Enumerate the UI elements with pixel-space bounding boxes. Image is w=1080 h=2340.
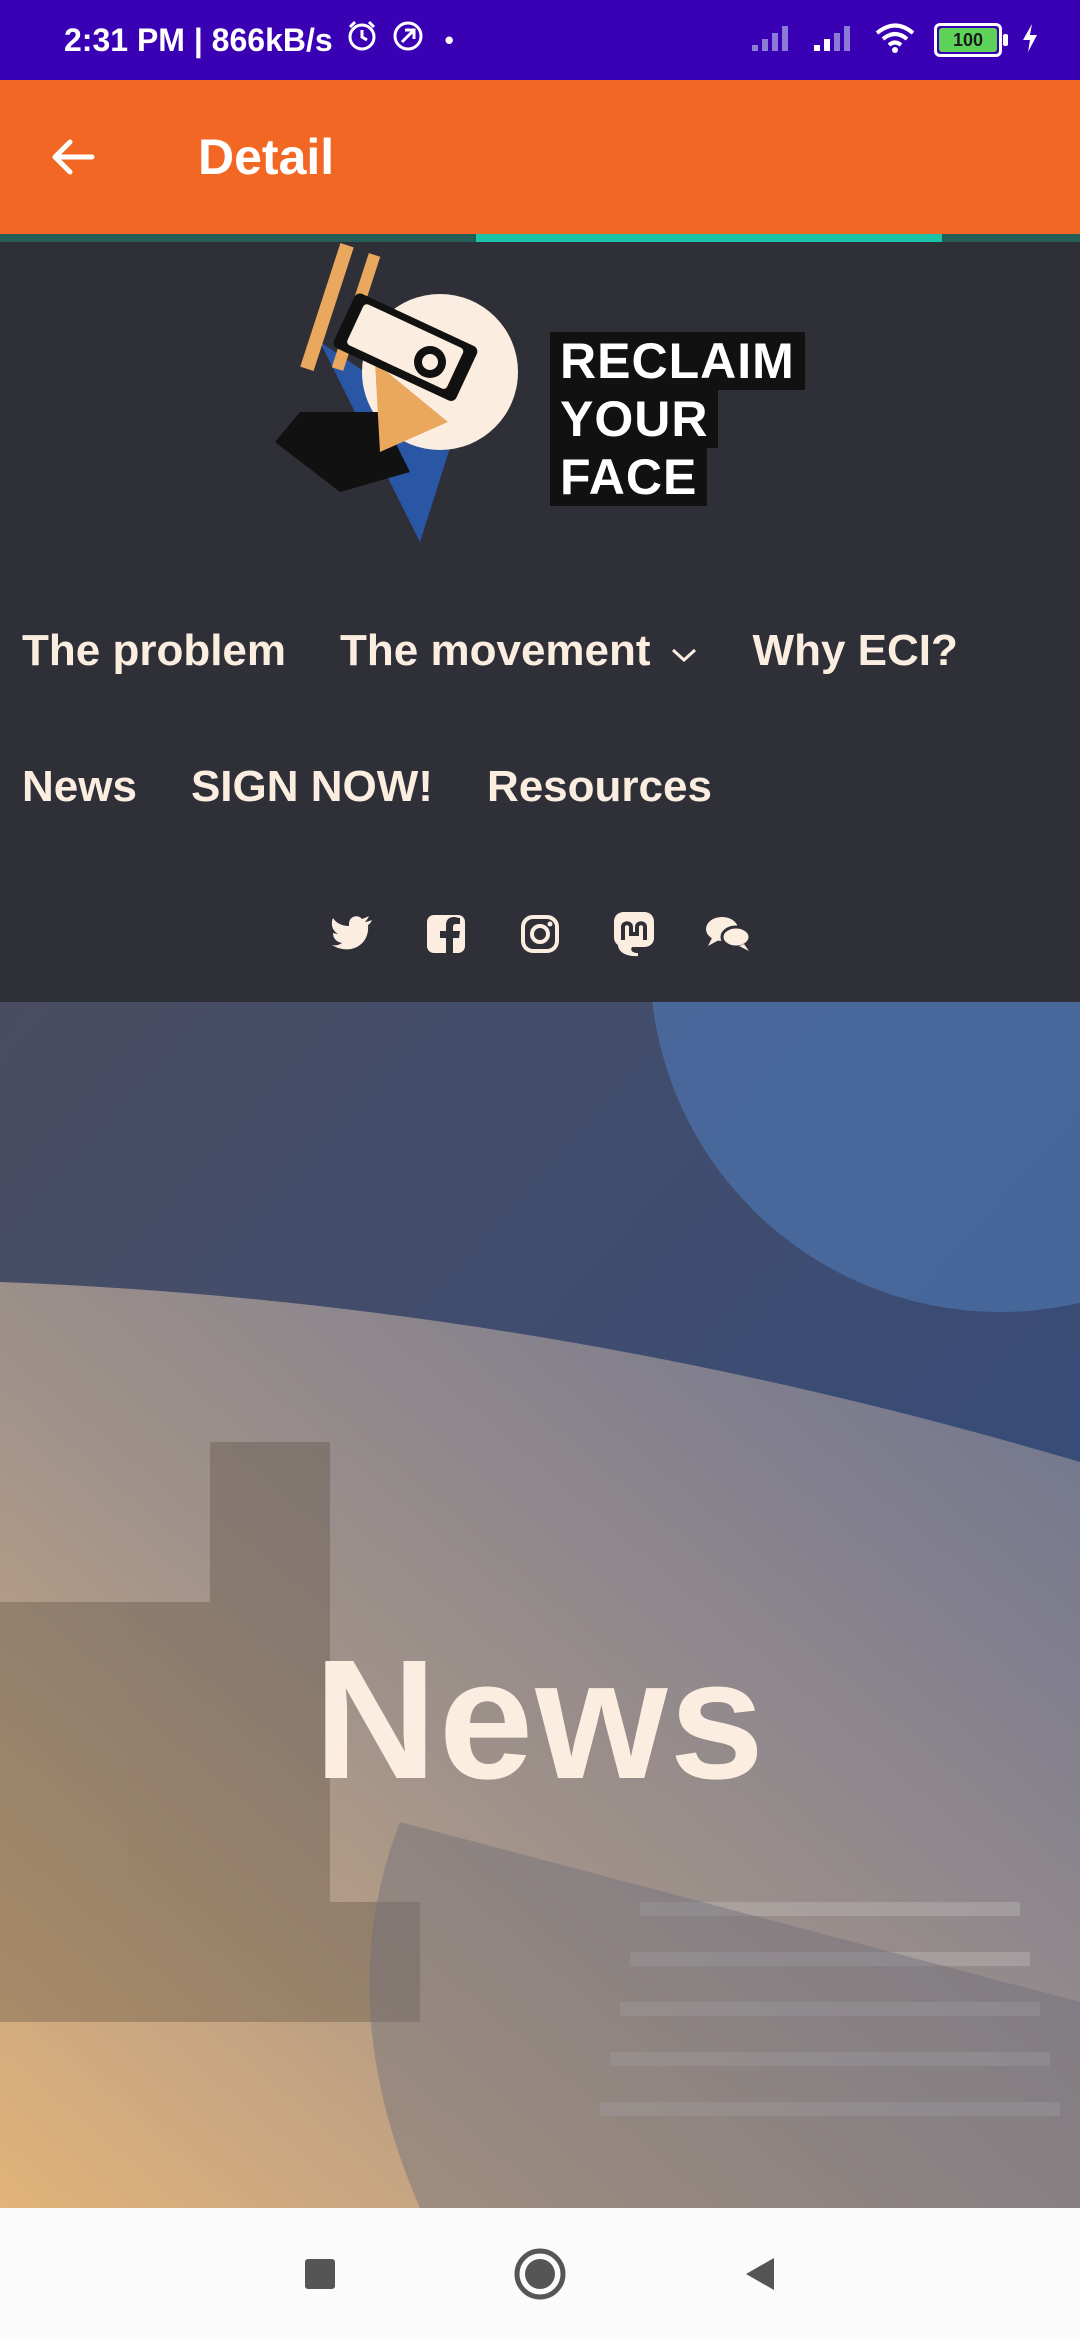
hero-background-image [0,1002,1080,2208]
chat-icon[interactable] [704,910,752,958]
battery-icon: 100 [934,23,1008,57]
social-links [0,910,1080,958]
facebook-icon[interactable] [422,910,470,958]
nav-link-the-problem[interactable]: The problem [22,626,286,676]
signal-icon [750,23,794,58]
system-navigation-bar [0,2208,1080,2340]
page-title: Detail [198,129,335,185]
status-bar: 2:31 PM | 866kB/s • 100 [0,0,1080,80]
instagram-icon[interactable] [516,910,564,958]
back-button[interactable] [28,112,118,202]
wifi-icon [874,22,916,59]
chevron-down-icon [669,626,699,676]
hero-title: News [313,1625,767,1815]
webview[interactable]: RECLAIM YOUR FACE The problem The moveme… [0,242,1080,2208]
arrow-left-icon [52,139,95,175]
status-left: 2:31 PM | 866kB/s • [64,0,454,80]
status-right: 100 [750,0,1040,80]
site-logo[interactable]: RECLAIM YOUR FACE [270,242,830,562]
nav-link-the-movement[interactable]: The movement [340,626,699,676]
nav-link-news[interactable]: News [22,762,137,812]
nav-link-sign-now[interactable]: SIGN NOW! [191,762,433,812]
camera-logo-icon [275,243,518,542]
recents-button[interactable] [285,2239,355,2309]
triangle-left-icon [746,2258,774,2290]
status-time: 2:31 PM | 866kB/s [64,21,333,58]
nav-link-the-movement-label: The movement [340,626,651,675]
square-icon [305,2259,335,2289]
nav-link-why-eci[interactable]: Why ECI? [753,626,958,676]
mastodon-icon[interactable] [610,910,658,958]
nav-link-resources[interactable]: Resources [487,762,712,812]
hero-banner: News [0,1002,1080,2208]
page-load-progress-fill [476,234,942,242]
circle-icon [514,2248,566,2300]
notification-dot: • [444,24,454,55]
alarm-icon [345,19,379,61]
site-header: RECLAIM YOUR FACE The problem The moveme… [0,242,1080,1002]
twitter-icon[interactable] [328,910,376,958]
app-bar: Detail [0,80,1080,234]
logo-wordmark: RECLAIM YOUR FACE [550,332,805,506]
home-button[interactable] [505,2239,575,2309]
vpn-icon [391,19,425,61]
signal-icon-2 [812,23,856,58]
site-nav-row-2: News SIGN NOW! Resources [22,762,766,812]
back-nav-button[interactable] [725,2239,795,2309]
charging-icon [1020,22,1040,59]
site-nav-row-1: The problem The movement Why ECI? [22,626,1012,676]
